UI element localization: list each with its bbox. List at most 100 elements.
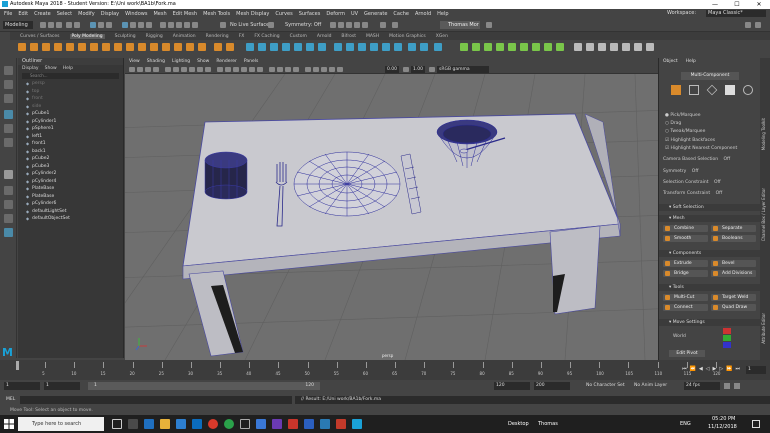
- poly-cube-icon[interactable]: [30, 43, 38, 51]
- hypershade-icon[interactable]: [354, 22, 360, 28]
- poly-helix-icon[interactable]: [150, 43, 158, 51]
- live-surface-icon[interactable]: [220, 22, 226, 28]
- maya-taskbar-icon[interactable]: [352, 419, 362, 429]
- tools-section[interactable]: Tools: [659, 284, 761, 291]
- outliner-menu-show[interactable]: Show: [45, 65, 57, 72]
- bridge-icon[interactable]: [346, 43, 354, 51]
- render-settings-icon[interactable]: [346, 22, 352, 28]
- soft-selection-section[interactable]: Soft Selection: [659, 204, 761, 211]
- tweak-marquee-radio[interactable]: Tweak/Marquee: [665, 129, 705, 134]
- poly-sphere-icon[interactable]: [18, 43, 26, 51]
- viewport-menu-renderer[interactable]: Renderer: [216, 59, 237, 64]
- outliner-menu-help[interactable]: Help: [63, 65, 73, 72]
- menu-mesh[interactable]: Mesh: [153, 11, 166, 17]
- go-to-start-icon[interactable]: ⏮: [682, 366, 687, 372]
- shelf-tab-animation[interactable]: Animation: [173, 34, 196, 39]
- xbox-icon[interactable]: [240, 419, 250, 429]
- powerpoint-icon[interactable]: [288, 419, 298, 429]
- screen-space-ao-icon[interactable]: [269, 67, 275, 72]
- transform-constraint-dropdown[interactable]: Off: [716, 191, 723, 196]
- safe-action-icon[interactable]: [205, 67, 211, 72]
- poly-cone-icon[interactable]: [54, 43, 62, 51]
- boolean-difference-icon[interactable]: [306, 43, 314, 51]
- store-icon[interactable]: [176, 419, 186, 429]
- symmetry-label[interactable]: Symmetry: Off: [285, 22, 321, 28]
- harden-edge-icon[interactable]: [610, 43, 618, 51]
- exposure-icon[interactable]: [337, 67, 343, 72]
- rotate-tool-icon[interactable]: [4, 124, 13, 133]
- target-weld-button[interactable]: Target Weld: [711, 294, 756, 301]
- time-slider[interactable]: 5 10 15 20 25 30 35 40 45 50 55 60 65 70 75 80 85 90 95 100…: [0, 360, 770, 380]
- camera-attributes-icon[interactable]: [137, 67, 143, 72]
- smooth-shade-icon[interactable]: [225, 67, 231, 72]
- user-account-button[interactable]: Thomas Mor: [440, 21, 480, 29]
- shadows-icon[interactable]: [257, 67, 263, 72]
- current-frame-field[interactable]: 1: [746, 366, 766, 374]
- menu-surfaces[interactable]: Surfaces: [299, 11, 321, 17]
- scene-canvas[interactable]: [125, 74, 658, 360]
- animation-end-field[interactable]: 200: [534, 382, 570, 390]
- bevel-button[interactable]: Bevel: [711, 260, 756, 267]
- new-scene-icon[interactable]: [40, 22, 46, 28]
- outliner-item[interactable]: front1: [18, 140, 123, 148]
- multi-cut-button[interactable]: Multi-Cut: [663, 294, 708, 301]
- user-toolbar-label[interactable]: Thomas: [538, 421, 558, 427]
- outliner-item[interactable]: pCylinder4: [18, 178, 123, 186]
- menu-select[interactable]: Select: [57, 11, 72, 17]
- bridge-button[interactable]: Bridge: [663, 270, 708, 277]
- snap-view-plane-icon[interactable]: [184, 22, 190, 28]
- last-tool-used-icon[interactable]: [4, 170, 13, 179]
- shelf-tab-custom[interactable]: Custom: [290, 34, 307, 39]
- render-frame-icon[interactable]: [330, 22, 336, 28]
- workspace-dropdown[interactable]: Maya Classic*: [706, 10, 766, 17]
- y-axis-field[interactable]: [723, 335, 731, 341]
- select-by-hierarchy-icon[interactable]: [90, 22, 96, 28]
- view-transform-dropdown[interactable]: sRGB gamma: [437, 66, 489, 73]
- add-divisions-button[interactable]: Add Divisions: [711, 270, 756, 277]
- modeling-toolkit-toggle-icon[interactable]: [486, 22, 492, 28]
- menu-create[interactable]: Create: [34, 11, 51, 17]
- select-by-object-icon[interactable]: [98, 22, 104, 28]
- menu-arnold[interactable]: Arnold: [415, 11, 431, 17]
- auto-key-icon[interactable]: [724, 383, 730, 389]
- move-settings-section[interactable]: Move Settings: [659, 319, 761, 326]
- outliner-item[interactable]: pCube2: [18, 155, 123, 163]
- mail-icon[interactable]: [192, 419, 202, 429]
- poly-cylinder-icon[interactable]: [42, 43, 50, 51]
- resolution-gate-icon[interactable]: [181, 67, 187, 72]
- outliner-item[interactable]: pCylinder1: [18, 118, 123, 126]
- anim-prefs-icon[interactable]: [734, 383, 740, 389]
- outliner-item[interactable]: pCylinder6: [18, 200, 123, 208]
- clock-time[interactable]: 05:20 PM: [712, 416, 735, 422]
- taskbar-search-input[interactable]: Type here to search: [18, 417, 104, 431]
- color-management-icon[interactable]: [429, 67, 435, 72]
- append-polygon-icon[interactable]: [394, 43, 402, 51]
- field-chart-icon[interactable]: [197, 67, 203, 72]
- menu-set-dropdown[interactable]: Modeling: [3, 21, 33, 29]
- automatic-map-icon[interactable]: [508, 43, 516, 51]
- clock-date[interactable]: 11/12/2018: [708, 424, 737, 430]
- lasso-tool-icon[interactable]: [4, 80, 13, 89]
- edge-mode-icon[interactable]: [706, 84, 718, 96]
- shelf-tab-fx-caching[interactable]: FX Caching: [254, 34, 279, 39]
- sign-in-icon[interactable]: [392, 22, 398, 28]
- poly-plane-icon[interactable]: [78, 43, 86, 51]
- planar-map-icon[interactable]: [472, 43, 480, 51]
- poly-type-icon[interactable]: [214, 43, 222, 51]
- merge-icon[interactable]: [370, 43, 378, 51]
- poly-prism-icon[interactable]: [126, 43, 134, 51]
- highlight-nearest-checkbox[interactable]: Highlight Nearest Component: [665, 146, 737, 151]
- drag-radio[interactable]: Drag: [665, 121, 681, 126]
- outliner-item[interactable]: top: [18, 88, 123, 96]
- connect-button[interactable]: Connect: [663, 304, 708, 311]
- attribute-editor-toggle-icon[interactable]: [745, 22, 751, 28]
- normals-icon[interactable]: [586, 43, 594, 51]
- menu-display[interactable]: Display: [101, 11, 119, 17]
- uv-mode-icon[interactable]: [743, 85, 753, 95]
- outliner-item[interactable]: defaultObjectSet: [18, 215, 123, 223]
- select-camera-icon[interactable]: [129, 67, 135, 72]
- extrude-icon[interactable]: [334, 43, 342, 51]
- wireframe-on-shaded-icon[interactable]: [233, 67, 239, 72]
- menu-uv[interactable]: UV: [351, 11, 358, 17]
- shelf-tab-poly-modeling[interactable]: Poly Modeling: [69, 33, 105, 39]
